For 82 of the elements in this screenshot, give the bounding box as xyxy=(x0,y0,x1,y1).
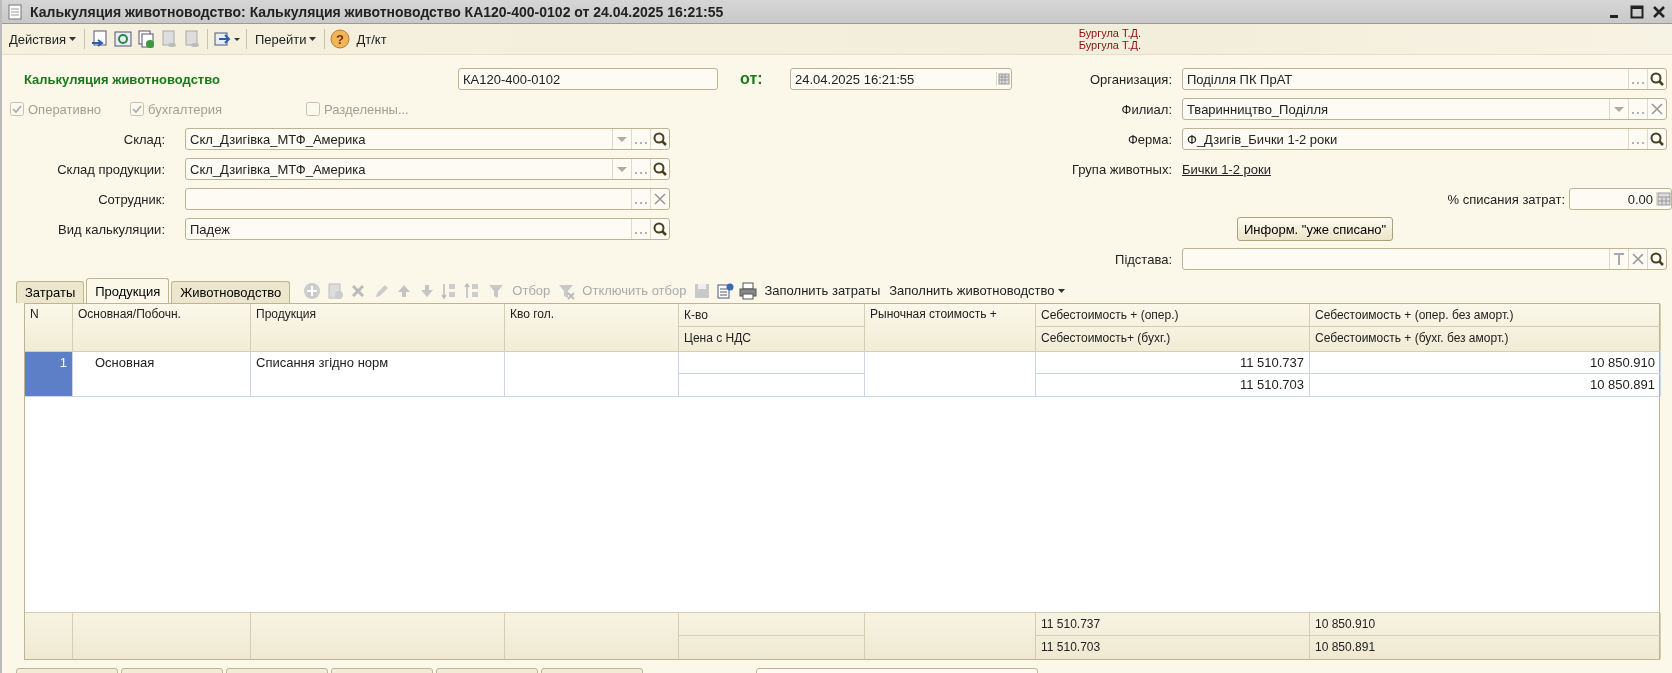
toolbar-button[interactable]: Заполнить животноводство xyxy=(886,283,1069,298)
author-name: Бургула Т.Д. xyxy=(1078,27,1142,39)
debit-credit-button[interactable]: Дт/кт xyxy=(353,29,390,49)
document-type: Калькуляция животноводство xyxy=(24,71,221,87)
clear-icon[interactable] xyxy=(650,189,669,209)
info-button[interactable]: Информ. "уже списано" xyxy=(1237,217,1394,241)
calculator-icon[interactable] xyxy=(1656,192,1671,206)
input-field[interactable] xyxy=(1182,248,1667,270)
field-label: Ферма: xyxy=(1126,131,1173,147)
maximize-icon[interactable] xyxy=(1630,4,1644,19)
tab[interactable]: Затраты xyxy=(16,281,85,303)
total-cell: 10 850.910 xyxy=(1310,613,1660,636)
document-icon xyxy=(8,3,22,20)
copy-add-icon[interactable] xyxy=(135,29,156,49)
field-label: Склад продукции: xyxy=(56,161,166,177)
add-icon[interactable] xyxy=(302,280,323,301)
tab[interactable]: Животноводство xyxy=(171,281,291,303)
input-field[interactable]: Скл_Дзигівка_МТФ_Америка xyxy=(185,128,670,150)
more-icon[interactable] xyxy=(631,189,650,209)
clear-icon[interactable] xyxy=(1647,99,1666,119)
table-cell: 11 510.737 xyxy=(1036,352,1309,374)
window-title: Калькуляция животноводство: Калькуляция животноводство КА120-400-0102 от 24.04.2025 16:21:55 xyxy=(30,3,725,20)
column-header[interactable]: К-во xyxy=(679,304,864,327)
goto-menu[interactable]: Перейти xyxy=(251,29,320,49)
column-header[interactable]: Кво гол. xyxy=(505,304,678,350)
column-header[interactable]: N xyxy=(25,304,72,350)
help-icon[interactable]: ? xyxy=(330,29,351,49)
total-cell: 11 510.737 xyxy=(1036,613,1309,636)
author-name: Бургула Т.Д. xyxy=(1078,39,1142,51)
date-label: от: xyxy=(740,70,764,88)
field-label: Филиал: xyxy=(1120,101,1173,117)
search-icon[interactable] xyxy=(1647,129,1666,149)
field-label: Организация: xyxy=(1088,71,1173,87)
field-label: % списания затрат: xyxy=(1447,191,1565,207)
search-icon[interactable] xyxy=(1647,249,1666,269)
column-header[interactable]: Себестоимость+ (бухг.) xyxy=(1036,327,1309,350)
close-icon[interactable] xyxy=(1652,4,1666,19)
toolbar-button[interactable]: Заполнить затраты xyxy=(761,283,884,298)
percent-field[interactable]: 0.00 xyxy=(1569,188,1672,210)
field-label: Сотрудник: xyxy=(97,191,166,207)
field-label: Група животных: xyxy=(1070,161,1173,177)
column-header[interactable]: Цена с НДС xyxy=(679,327,864,350)
search-icon[interactable] xyxy=(1647,69,1666,89)
print-icon[interactable] xyxy=(738,280,759,301)
column-header[interactable]: Рыночная стоимость + xyxy=(865,304,1035,350)
column-header[interactable]: Продукция xyxy=(251,304,504,350)
navigate-icon[interactable] xyxy=(212,29,241,49)
input-field[interactable]: Ф_Дзигів_Бички 1-2 роки xyxy=(1182,128,1667,150)
calendar-icon[interactable] xyxy=(996,72,1011,86)
search-icon[interactable] xyxy=(650,219,669,239)
caret-icon xyxy=(309,37,317,41)
table-cell-text: Основная xyxy=(94,354,156,372)
input-field[interactable]: Поділля ПК ПрАТ xyxy=(1182,68,1667,90)
field-label: Вид калькуляции: xyxy=(57,221,166,237)
column-header[interactable]: Основная/Побочн. xyxy=(73,304,250,350)
table-cell-text: 11 510.703 xyxy=(1238,376,1305,394)
import-icon[interactable] xyxy=(89,29,110,49)
table-cell[interactable]: 1 xyxy=(25,352,72,396)
caret-icon xyxy=(68,37,76,41)
table-cell-text: Списання згідно норм xyxy=(255,354,390,372)
number-field[interactable]: КА120-400-0102 xyxy=(458,68,718,90)
table-cell: 10 850.910 xyxy=(1310,352,1660,374)
date-field[interactable]: 24.04.2025 16:21:55 xyxy=(790,68,1012,90)
column-header[interactable]: Себестоимость + (опер. без аморт.) xyxy=(1310,304,1660,327)
input-field[interactable] xyxy=(185,188,670,210)
column-header[interactable]: Себестоимость + (бухг. без аморт.) xyxy=(1310,327,1660,350)
more-icon[interactable] xyxy=(1628,99,1647,119)
input-field[interactable]: Падеж xyxy=(185,218,670,240)
total-cell-text: 11 510.703 xyxy=(1040,639,1102,656)
field-label: Склад: xyxy=(122,131,166,147)
input-field[interactable]: Тваринництво_Поділля xyxy=(1182,98,1667,120)
table-cell-text: 10 850.891 xyxy=(1588,376,1656,394)
animal-group-link[interactable]: Бички 1-2 роки xyxy=(1182,161,1271,177)
actions-menu[interactable]: Действия xyxy=(6,29,79,49)
search-icon[interactable] xyxy=(650,129,669,149)
column-header[interactable]: Себестоимость + (опер.) xyxy=(1036,304,1309,327)
field-label: Підстава: xyxy=(1114,251,1173,267)
search-icon[interactable] xyxy=(650,159,669,179)
input-field[interactable]: Скл_Дзигівка_МТФ_Америка xyxy=(185,158,670,180)
copy-icon[interactable] xyxy=(325,280,346,301)
tab[interactable]: Продукция xyxy=(86,278,170,303)
total-cell-text: 10 850.891 xyxy=(1314,639,1377,656)
